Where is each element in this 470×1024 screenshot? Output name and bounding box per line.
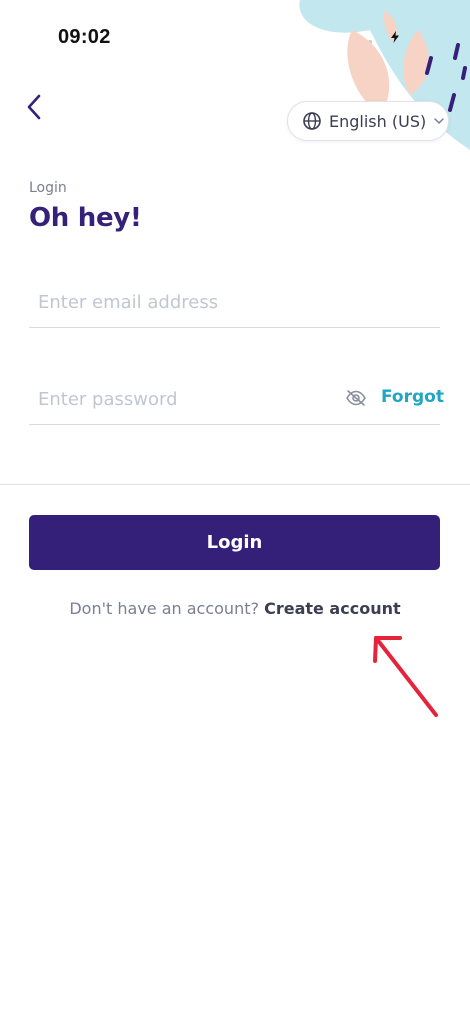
back-button[interactable]: [22, 92, 46, 122]
email-input[interactable]: [38, 284, 338, 320]
email-field-container: [29, 284, 440, 328]
divider: [0, 484, 470, 485]
signup-prompt: Don't have an account? Create account: [0, 599, 470, 618]
status-time: 09:02: [58, 26, 111, 48]
password-input[interactable]: [38, 381, 338, 417]
globe-icon: [303, 112, 321, 130]
chevron-left-icon: [27, 94, 41, 120]
annotation-arrow-icon: [373, 636, 438, 717]
forgot-password-link[interactable]: Forgot: [381, 387, 444, 407]
no-account-text: Don't have an account?: [69, 599, 259, 618]
page-subtitle: Login: [29, 180, 67, 196]
page-title: Oh hey!: [29, 203, 142, 233]
chevron-down-icon: [434, 118, 444, 125]
language-label: English (US): [329, 111, 427, 131]
create-account-link[interactable]: Create account: [264, 599, 401, 618]
password-field-container: Forgot: [29, 381, 444, 425]
login-button[interactable]: Login: [29, 515, 440, 570]
language-selector[interactable]: English (US): [287, 101, 449, 141]
eye-off-icon[interactable]: [345, 389, 367, 407]
